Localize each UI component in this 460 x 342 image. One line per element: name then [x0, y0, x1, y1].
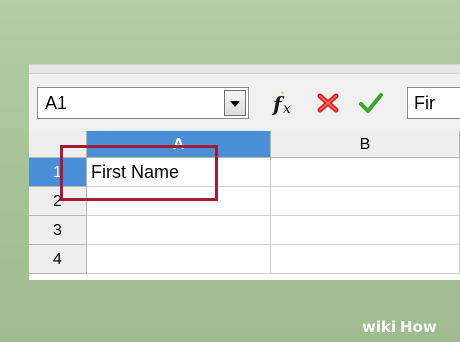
name-box-value: A1: [45, 93, 68, 113]
wikihow-watermark: wiki How: [362, 318, 454, 340]
row-header-3[interactable]: 3: [29, 216, 87, 245]
name-box-dropdown-button[interactable]: [224, 90, 246, 116]
column-header-b[interactable]: B: [271, 131, 460, 158]
row-header-4[interactable]: 4: [29, 245, 87, 274]
formula-toolbar: A1 f x Fir: [29, 64, 460, 132]
cell-b2[interactable]: [271, 187, 460, 216]
cell-b3[interactable]: [271, 216, 460, 245]
cancel-icon[interactable]: [314, 89, 342, 117]
cell-b4[interactable]: [271, 245, 460, 274]
fx-icon[interactable]: f x: [271, 89, 299, 117]
svg-text:x: x: [283, 101, 291, 117]
accept-icon[interactable]: [357, 89, 385, 117]
annotation-highlight-box: [60, 145, 218, 201]
cell-b1[interactable]: [271, 158, 460, 187]
name-box[interactable]: A1: [37, 87, 249, 119]
watermark-how-text: How: [400, 318, 437, 336]
toolbar-top-strip: [29, 65, 460, 74]
cell-a4[interactable]: [87, 245, 271, 274]
formula-input-value: Fir: [414, 93, 435, 113]
formula-input[interactable]: Fir: [407, 87, 460, 119]
watermark-wiki-text: wiki: [362, 318, 397, 336]
cell-a3[interactable]: [87, 216, 271, 245]
chevron-down-icon: [230, 101, 240, 107]
